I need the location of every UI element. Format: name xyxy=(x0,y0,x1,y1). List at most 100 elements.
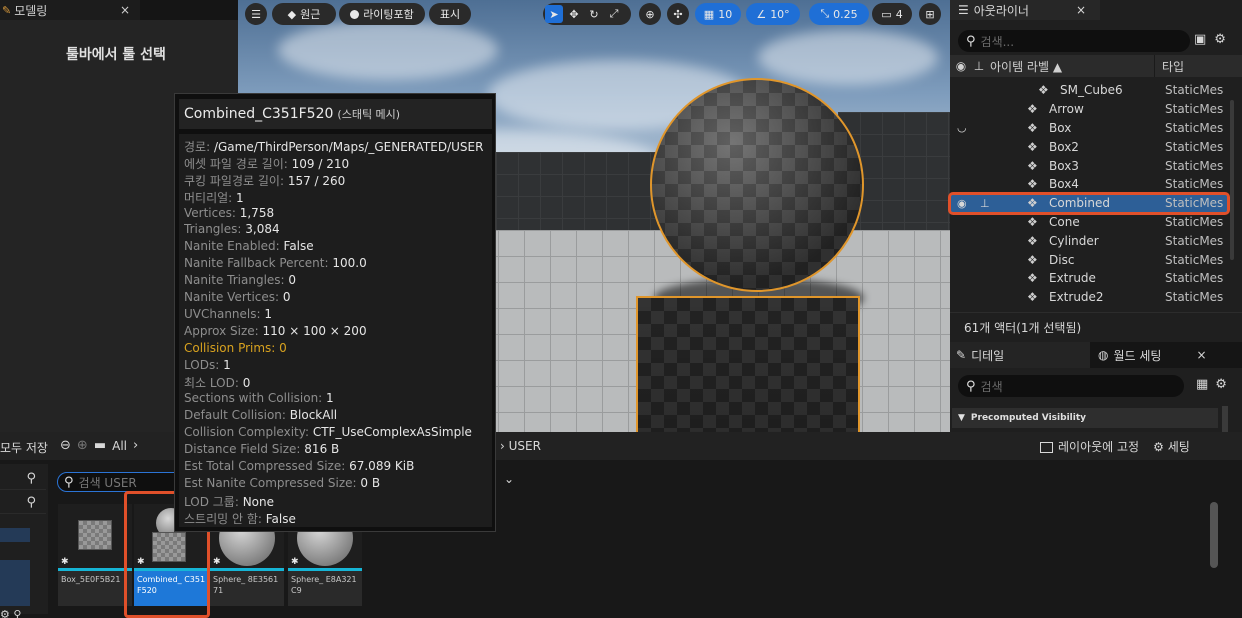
details-tab-strip: ✎ 디테일 ◍ 월드 세팅 × xyxy=(950,342,1242,368)
back-wall xyxy=(496,152,676,230)
outliner-scrollbar[interactable] xyxy=(1230,100,1234,260)
search-icon: ⚲ xyxy=(966,378,976,394)
tab-modeling[interactable]: ✎ 모델링 × xyxy=(0,0,140,20)
show-button[interactable]: 표시 xyxy=(429,3,471,25)
path-user[interactable]: USER xyxy=(509,439,541,453)
outliner-row[interactable]: ❖ Box2 StaticMes xyxy=(950,137,1228,156)
folder-item-selected[interactable] xyxy=(0,560,30,606)
gear-icon[interactable]: ⚙ xyxy=(1215,377,1227,392)
table-view-icon[interactable]: ▦ xyxy=(1196,377,1208,392)
property-label: Est Nanite Compressed Size: xyxy=(184,475,361,490)
pin-icon[interactable]: ⊥ xyxy=(972,59,986,73)
scale-snap-button[interactable]: ⤡ 0.25 xyxy=(809,3,869,25)
static-mesh-icon: ❖ xyxy=(1027,252,1038,267)
pin-icon[interactable]: ⊥ xyxy=(980,197,990,210)
settings-small-icon[interactable]: ⚙ xyxy=(0,608,10,618)
close-icon[interactable]: × xyxy=(120,3,130,17)
outliner-row[interactable]: ❖ Cylinder StaticMes xyxy=(950,231,1228,250)
asset-tile[interactable]: ✱ Box_5E0F5B21 xyxy=(58,504,132,606)
tab-details[interactable]: ✎ 디테일 xyxy=(950,342,1090,368)
gear-icon[interactable]: ⚙ xyxy=(1214,32,1226,47)
outliner-row[interactable]: ❖ SM_Cube6 StaticMes xyxy=(950,81,1228,100)
star-icon: ✱ xyxy=(291,557,299,567)
rotate-tool-icon[interactable]: ↻ xyxy=(585,5,603,23)
tooltip-property: Vertices: 1,758 xyxy=(184,206,492,223)
camera-speed-button[interactable]: ▭ 4 xyxy=(872,3,912,25)
tab-outliner[interactable]: ☰ 아웃라이너 × xyxy=(950,0,1100,20)
property-value: 1,758 xyxy=(239,205,275,220)
outliner-row[interactable]: ❖ Disc StaticMes xyxy=(950,250,1228,269)
outliner-row-selected[interactable]: ◉ ⊥ ❖ Combined StaticMes xyxy=(948,191,1230,215)
content-scrollbar[interactable] xyxy=(1210,502,1218,568)
lighting-mode-button[interactable]: 라이팅포함 xyxy=(339,3,425,25)
property-value: 0 xyxy=(288,273,297,288)
eye-icon[interactable]: ◉ xyxy=(950,59,972,73)
details-search-input[interactable]: ⚲ 검색 xyxy=(958,375,1184,397)
viewport-menu-button[interactable]: ☰ xyxy=(245,3,267,25)
property-value: 0 B xyxy=(360,475,381,490)
chevron-down-icon[interactable]: ⌄ xyxy=(504,472,514,486)
tooltip-property: 에셋 파일 경로 길이: 109 / 210 xyxy=(184,155,492,172)
property-label: Est Total Compressed Size: xyxy=(184,458,350,473)
select-tool-icon[interactable]: ➤ xyxy=(545,5,563,23)
column-type[interactable]: 타입 xyxy=(1155,58,1184,75)
forward-icon[interactable]: ⊕ xyxy=(77,438,88,453)
rotate-snap-button[interactable]: ∠ 10° xyxy=(746,3,800,25)
asset-name: Combined_ C351F520 xyxy=(137,575,206,595)
hidden-eye-icon[interactable]: ◡ xyxy=(957,121,967,134)
outliner-row[interactable]: ◡ ❖ Box StaticMes xyxy=(950,119,1228,138)
back-icon[interactable]: ⊖ xyxy=(60,438,71,453)
save-all-button[interactable]: 모두 저장 xyxy=(0,439,48,456)
search-icon[interactable]: ⚲ xyxy=(13,608,21,618)
close-icon[interactable]: × xyxy=(1076,3,1086,17)
property-label: Nanite Fallback Percent: xyxy=(184,256,333,271)
eye-icon[interactable]: ◉ xyxy=(957,197,967,210)
property-value: 110 × 100 × 200 xyxy=(262,323,367,338)
path-navigation: ⊖ ⊕ ▬ All › xyxy=(60,438,138,453)
details-scrollbar[interactable] xyxy=(1222,406,1228,432)
move-tool-icon[interactable]: ✥ xyxy=(565,5,583,23)
close-icon[interactable]: × xyxy=(1196,348,1206,362)
tooltip-property: Approx Size: 110 × 100 × 200 xyxy=(184,324,492,341)
outliner-row[interactable]: ❖ Box4 StaticMes xyxy=(950,175,1228,194)
outliner-row[interactable]: ❖ Extrude2 StaticMes xyxy=(950,288,1228,307)
surface-snap-toggle[interactable]: ✣ xyxy=(667,3,689,25)
selected-cube-mesh[interactable] xyxy=(636,296,860,432)
property-value: 157 / 260 xyxy=(287,173,346,188)
world-local-toggle[interactable]: ⊕ xyxy=(639,3,661,25)
sources-search[interactable]: ⚲ xyxy=(0,468,46,490)
grid-snap-value: 10 xyxy=(718,7,733,21)
actor-name: Box xyxy=(1049,120,1072,135)
outliner-row[interactable]: ❖ Arrow StaticMes xyxy=(950,100,1228,119)
tab-world-settings[interactable]: ◍ 월드 세팅 × xyxy=(1096,342,1242,368)
actor-name: Box4 xyxy=(1049,177,1079,192)
settings-button[interactable]: ⚙ 세팅 xyxy=(1153,438,1190,455)
outliner-row[interactable]: ❖ Box3 StaticMes xyxy=(950,156,1228,175)
actor-type: StaticMes xyxy=(1165,83,1224,98)
collections-search[interactable]: ⚲ xyxy=(0,492,46,514)
property-value: None xyxy=(242,494,275,509)
outliner-row[interactable]: ❖ Extrude StaticMes xyxy=(950,269,1228,288)
perspective-button[interactable]: ◆ 원근 xyxy=(272,3,336,25)
add-folder-icon[interactable]: ▣ xyxy=(1194,32,1206,47)
tooltip-header: Combined_C351F520 (스태틱 메시) xyxy=(179,99,492,129)
selected-sphere-mesh[interactable] xyxy=(650,78,864,292)
outliner-search-input[interactable]: ⚲ 검색... xyxy=(958,30,1190,52)
path-all[interactable]: All xyxy=(112,439,127,453)
cube-thumbnail xyxy=(78,520,112,550)
static-mesh-icon: ❖ xyxy=(1027,139,1038,154)
details-actions: ▦ ⚙ xyxy=(1196,377,1227,392)
grid-snap-button[interactable]: ▦ 10 xyxy=(695,3,741,25)
asset-tooltip: Combined_C351F520 (스태틱 메시) 경로: /Game/Thi… xyxy=(174,93,496,532)
tooltip-property: UVChannels: 1 xyxy=(184,307,492,324)
lock-layout-button[interactable]: 레이아웃에 고정 xyxy=(1040,438,1139,455)
outliner-row[interactable]: ❖ Cone StaticMes xyxy=(950,213,1228,232)
folder-item[interactable] xyxy=(0,528,30,542)
actor-name: SM_Cube6 xyxy=(1060,83,1123,98)
tooltip-property: Triangles: 3,084 xyxy=(184,222,492,239)
column-item-label[interactable]: 아이템 라벨 ▲ xyxy=(986,58,1106,75)
static-mesh-icon: ❖ xyxy=(1027,120,1038,135)
section-header[interactable]: ▼ Precomputed Visibility xyxy=(952,408,1218,428)
scale-tool-icon[interactable]: ⤢ xyxy=(605,5,623,23)
layout-button[interactable]: ⊞ xyxy=(919,3,941,25)
